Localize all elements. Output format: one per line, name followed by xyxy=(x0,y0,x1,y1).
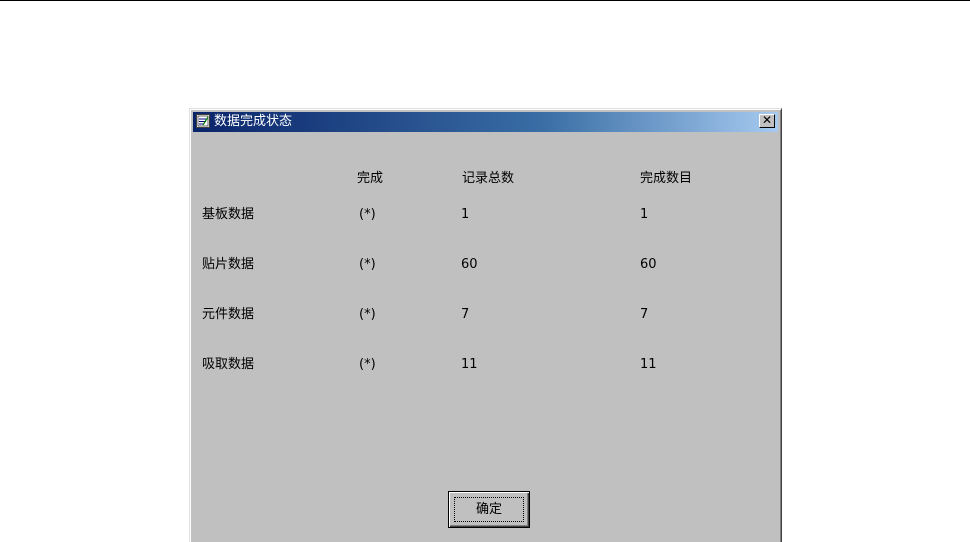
row-done-marker: (*) xyxy=(359,257,376,272)
dialog-title: 数据完成状态 xyxy=(214,114,293,129)
row-label: 贴片数据 xyxy=(202,257,255,272)
row-completed-value: 11 xyxy=(640,357,657,372)
data-completion-dialog: 数据完成状态 ✕ 完成 记录总数 完成数目 基板数据 (*) 1 1 贴片数据 … xyxy=(189,108,782,542)
row-done-marker: (*) xyxy=(359,207,376,222)
header-done: 完成 xyxy=(357,171,384,186)
app-document-icon xyxy=(196,114,210,128)
row-total-value: 7 xyxy=(461,307,470,322)
row-label: 吸取数据 xyxy=(202,357,255,372)
row-label: 基板数据 xyxy=(202,207,255,222)
ok-button[interactable]: 确定 xyxy=(448,491,530,528)
ok-button-label: 确定 xyxy=(454,497,524,522)
header-completed-count: 完成数目 xyxy=(640,171,693,186)
row-completed-value: 7 xyxy=(640,307,649,322)
row-completed-value: 1 xyxy=(640,207,649,222)
close-icon[interactable]: ✕ xyxy=(759,114,775,128)
header-total-records: 记录总数 xyxy=(462,171,515,186)
row-done-marker: (*) xyxy=(359,357,376,372)
top-divider xyxy=(0,0,970,1)
row-done-marker: (*) xyxy=(359,307,376,322)
row-total-value: 60 xyxy=(461,257,478,272)
dialog-titlebar[interactable]: 数据完成状态 ✕ xyxy=(193,112,778,132)
row-total-value: 1 xyxy=(461,207,470,222)
row-completed-value: 60 xyxy=(640,257,657,272)
row-label: 元件数据 xyxy=(202,307,255,322)
row-total-value: 11 xyxy=(461,357,478,372)
